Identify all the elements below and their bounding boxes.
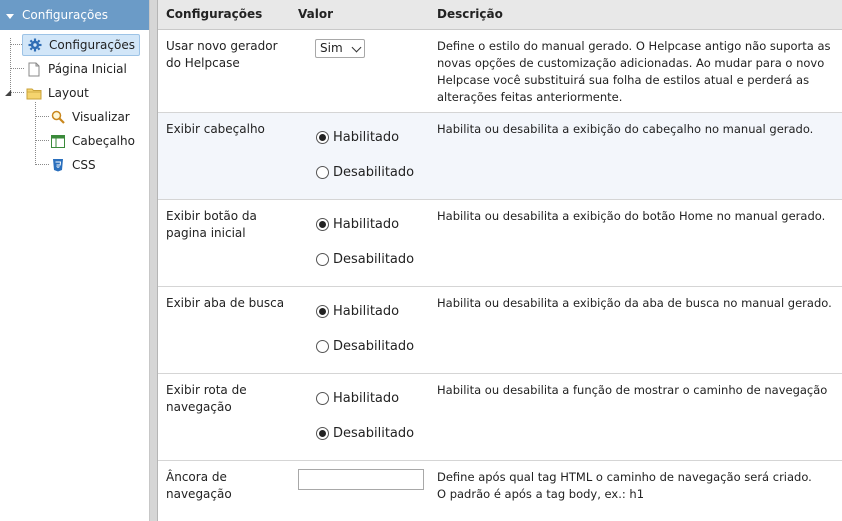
setting-description: Define o estilo do manual gerado. O Help… (437, 39, 831, 104)
radio-unchecked-icon[interactable] (316, 253, 329, 266)
helpcase-select[interactable]: Sim (315, 39, 365, 58)
setting-description: Habilita ou desabilita a exibição do bot… (437, 209, 826, 223)
setting-name: Usar novo gerador do Helpcase (166, 39, 278, 70)
chevron-down-icon (351, 42, 362, 53)
setting-name: Exibir aba de busca (166, 296, 285, 310)
column-header-descricao: Descrição (437, 7, 503, 21)
radio-desabilitado[interactable]: Desabilitado (316, 252, 414, 267)
setting-name: Âncora de navegação (166, 470, 232, 501)
table-row: Exibir rota de navegação Habilitado Desa… (158, 374, 842, 461)
radio-label: Desabilitado (333, 426, 415, 441)
folder-icon (26, 85, 42, 101)
radio-desabilitado[interactable]: Desabilitado (316, 165, 414, 180)
radio-checked-icon[interactable] (316, 427, 329, 440)
sidebar-item-visualizar[interactable]: Visualizar (50, 106, 130, 128)
setting-description: Habilita ou desabilita a exibição do cab… (437, 122, 814, 136)
sidebar-item-layout[interactable]: Layout (26, 82, 89, 104)
table-row: Exibir botão da pagina inicial Habilitad… (158, 200, 842, 287)
sidebar-item-label: Cabeçalho (72, 134, 135, 148)
expand-arrow-icon[interactable]: ◢ (5, 88, 11, 97)
description-line: Define após qual tag HTML o caminho de n… (437, 470, 812, 484)
radio-checked-icon[interactable] (316, 305, 329, 318)
description-line: O padrão é após a tag body, ex.: h1 (437, 487, 645, 501)
sidebar-item-label: Visualizar (72, 110, 130, 124)
radio-desabilitado[interactable]: Desabilitado (316, 339, 414, 354)
setting-description: Define após qual tag HTML o caminho de n… (437, 469, 837, 503)
radio-label: Habilitado (333, 391, 400, 406)
sidebar-item-label: CSS (72, 158, 96, 172)
setting-name: Exibir rota de navegação (166, 383, 247, 414)
collapse-triangle-icon[interactable] (6, 13, 14, 19)
setting-description: Habilita ou desabilita a exibição da aba… (437, 296, 832, 310)
radio-habilitado[interactable]: Habilitado (316, 217, 399, 232)
radio-habilitado[interactable]: Habilitado (316, 304, 399, 319)
page-icon (26, 61, 42, 77)
gear-icon (27, 37, 43, 53)
table-row: Usar novo gerador do Helpcase Sim Define… (158, 30, 842, 113)
settings-table: Configurações Valor Descrição Usar novo … (158, 0, 842, 521)
table-header: Configurações Valor Descrição (158, 0, 842, 30)
setting-name: Exibir cabeçalho (166, 122, 265, 136)
tree: ◢ Configurações Página Inicial Layout Vi… (0, 30, 149, 521)
sidebar: Configurações ◢ Configurações Página Ini… (0, 0, 150, 521)
sidebar-item-label: Layout (48, 86, 89, 100)
css-icon (50, 157, 66, 173)
radio-checked-icon[interactable] (316, 131, 329, 144)
radio-unchecked-icon[interactable] (316, 340, 329, 353)
table-row: Âncora de navegação Define após qual tag… (158, 461, 842, 521)
radio-label: Habilitado (333, 304, 400, 319)
setting-name: Exibir botão da pagina inicial (166, 209, 257, 240)
table-row: Exibir cabeçalho Habilitado Desabilitado… (158, 113, 842, 200)
radio-habilitado[interactable]: Habilitado (316, 391, 399, 406)
magnifier-icon (50, 109, 66, 125)
setting-description: Habilita ou desabilita a função de mostr… (437, 383, 828, 397)
radio-label: Habilitado (333, 217, 400, 232)
sidebar-header-label: Configurações (22, 8, 108, 22)
radio-checked-icon[interactable] (316, 218, 329, 231)
radio-unchecked-icon[interactable] (316, 392, 329, 405)
sidebar-header[interactable]: Configurações (0, 0, 149, 30)
splitter[interactable] (150, 0, 158, 521)
radio-label: Desabilitado (333, 165, 415, 180)
radio-unchecked-icon[interactable] (316, 166, 329, 179)
anchor-tag-input[interactable] (298, 469, 424, 490)
sidebar-item-configuracoes[interactable]: Configurações (22, 34, 140, 56)
column-header-valor: Valor (298, 7, 334, 21)
table-row: Exibir aba de busca Habilitado Desabilit… (158, 287, 842, 374)
sidebar-item-label: Configurações (49, 38, 135, 52)
radio-label: Desabilitado (333, 339, 415, 354)
column-header-configuracoes: Configurações (166, 7, 263, 21)
sidebar-item-label: Página Inicial (48, 62, 127, 76)
radio-label: Desabilitado (333, 252, 415, 267)
sidebar-item-cabecalho[interactable]: Cabeçalho (50, 130, 135, 152)
sidebar-item-css[interactable]: CSS (50, 154, 96, 176)
table-icon (50, 133, 66, 149)
select-value: Sim (320, 41, 343, 55)
radio-label: Habilitado (333, 130, 400, 145)
radio-desabilitado[interactable]: Desabilitado (316, 426, 414, 441)
sidebar-item-pagina-inicial[interactable]: Página Inicial (26, 58, 127, 80)
radio-habilitado[interactable]: Habilitado (316, 130, 399, 145)
